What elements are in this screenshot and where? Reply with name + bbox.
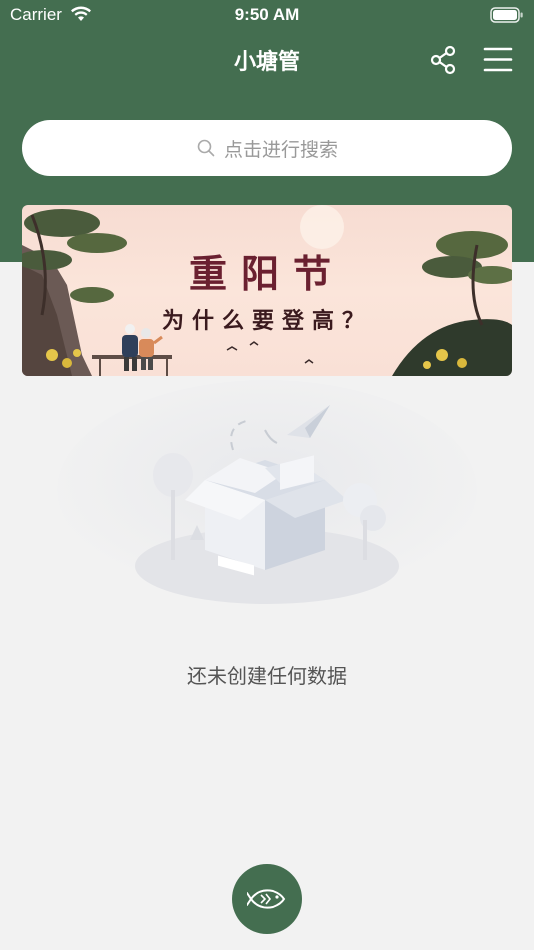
- menu-button[interactable]: [482, 44, 514, 76]
- empty-state-message: 还未创建任何数据: [187, 664, 347, 688]
- battery-icon: [490, 7, 523, 23]
- banner-title: 重阳节: [188, 251, 345, 296]
- status-bar: Carrier 9:50 AM: [0, 0, 534, 30]
- fish-icon: [247, 889, 286, 909]
- search-input[interactable]: 点击进行搜索: [22, 120, 512, 176]
- search-icon: [197, 139, 215, 157]
- share-button[interactable]: [428, 44, 460, 76]
- fish-fab-button[interactable]: [232, 864, 302, 934]
- banner-subtitle: 为什么要登高？: [161, 308, 372, 334]
- promo-banner[interactable]: 重阳节 为什么要登高？: [22, 205, 512, 376]
- empty-box-illustration: [57, 380, 477, 604]
- search-placeholder: 点击进行搜索: [223, 138, 338, 161]
- share-icon: [430, 45, 456, 75]
- menu-icon: [483, 47, 513, 72]
- status-time: 9:50 AM: [234, 5, 300, 24]
